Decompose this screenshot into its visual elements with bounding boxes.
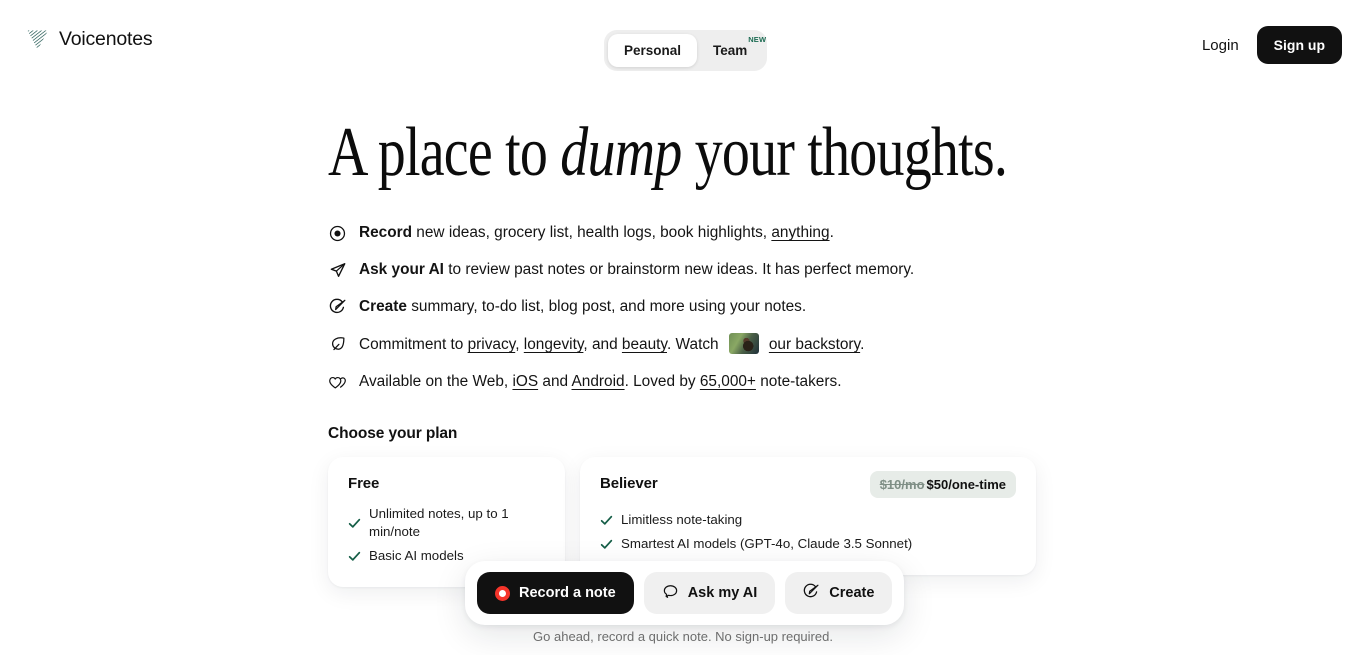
feature-lead: Ask your AI <box>359 261 444 278</box>
feature-text: Create summary, to-do list, blog post, a… <box>359 296 806 318</box>
plan-name: Free <box>348 475 380 492</box>
feature-text: Ask your AI to review past notes or brai… <box>359 259 914 281</box>
headline-part-1: A place to <box>328 114 561 191</box>
feature-body: to review past notes or brainstorm new i… <box>443 261 915 278</box>
list-item: Record new ideas, grocery list, health l… <box>328 222 1328 244</box>
page-title: A place to dump your thoughts. <box>328 118 1128 188</box>
list-item: Available on the Web, iOS and Android. L… <box>328 371 1328 393</box>
magic-wand-icon <box>803 583 820 604</box>
feature-body-3: , and <box>583 336 622 353</box>
our-backstory-link[interactable]: our backstory <box>769 336 860 353</box>
feature-text: Record new ideas, grocery list, health l… <box>359 222 834 244</box>
check-icon <box>348 551 361 561</box>
check-icon <box>600 539 613 549</box>
price-original: $10/mo <box>879 477 925 492</box>
voicenotes-logo-icon <box>26 29 50 51</box>
status-badge: $10/mo $50/one-time <box>869 471 1016 498</box>
plan-feature-list: Unlimited notes, up to 1 min/note Basic … <box>348 505 545 565</box>
check-icon <box>348 518 361 528</box>
hearts-icon <box>328 371 347 393</box>
plan-card-header: Free <box>348 475 545 492</box>
create-label: Create <box>829 585 875 601</box>
leaf-icon <box>328 333 347 355</box>
list-item: Commitment to privacy, longevity, and be… <box>328 333 1328 356</box>
site-header: Voicenotes Personal Team NEW Login Sign … <box>0 0 1366 84</box>
feature-text: Commitment to privacy, longevity, and be… <box>359 333 864 356</box>
feature-lead: Record <box>359 224 413 241</box>
beauty-link[interactable]: beauty <box>622 336 667 353</box>
list-item: Create summary, to-do list, blog post, a… <box>328 296 1328 318</box>
chat-bubble-icon <box>662 583 679 604</box>
feature-body-2: . <box>829 224 834 241</box>
record-circle-icon <box>328 222 347 244</box>
longevity-link[interactable]: longevity <box>524 336 584 353</box>
ask-my-ai-label: Ask my AI <box>687 585 758 601</box>
plan-name: Believer <box>600 475 658 492</box>
plan-feature-label: Unlimited notes, up to 1 min/note <box>369 506 509 539</box>
list-item: Ask your AI to review past notes or brai… <box>328 259 1328 281</box>
dock-caption: Go ahead, record a quick note. No sign-u… <box>533 629 833 644</box>
plan-card-believer[interactable]: Believer $10/mo $50/one-time Limitless no… <box>580 457 1036 575</box>
feature-text: Available on the Web, iOS and Android. L… <box>359 371 841 393</box>
record-dot-icon <box>495 585 510 601</box>
headline-emphasis: dump <box>560 114 682 191</box>
paper-plane-icon <box>328 259 347 281</box>
plan-audience-switcher[interactable]: Personal Team NEW <box>604 30 768 71</box>
feature-body: new ideas, grocery list, health logs, bo… <box>412 224 772 241</box>
privacy-link[interactable]: privacy <box>468 336 516 353</box>
tab-team-new-badge: NEW <box>748 35 767 44</box>
feature-list: Record new ideas, grocery list, health l… <box>328 222 1328 393</box>
plan-card-header: Believer $10/mo $50/one-time <box>600 471 1016 498</box>
brand-name: Voicenotes <box>59 28 153 50</box>
ios-link[interactable]: iOS <box>512 373 538 390</box>
auth-actions: Login Sign up <box>1202 26 1342 64</box>
headline-part-2: your thoughts. <box>681 114 1008 191</box>
anything-link[interactable]: anything <box>771 224 829 241</box>
feature-body-5: . <box>860 336 865 353</box>
login-link[interactable]: Login <box>1202 37 1239 54</box>
feature-body-2: , <box>515 336 524 353</box>
main-content: A place to dump your thoughts. Record ne… <box>328 118 1328 587</box>
magic-wand-icon <box>328 296 347 318</box>
plan-feature-label: Smartest AI models (GPT-4o, Claude 3.5 S… <box>621 536 913 551</box>
brand[interactable]: Voicenotes <box>26 28 153 51</box>
plan-feature-label: Basic AI models <box>369 548 464 563</box>
price-current: $50/one-time <box>926 477 1006 492</box>
tab-personal[interactable]: Personal <box>608 34 698 67</box>
backstory-video-thumbnail[interactable] <box>728 333 759 354</box>
tab-personal-label: Personal <box>624 43 682 58</box>
list-item: Smartest AI models (GPT-4o, Claude 3.5 S… <box>600 535 1016 553</box>
list-item: Unlimited notes, up to 1 min/note <box>348 505 545 541</box>
feature-body-4: . Watch <box>667 336 723 353</box>
feature-body-4: note-takers. <box>755 373 842 390</box>
feature-lead: Create <box>359 298 407 315</box>
feature-body: summary, to-do list, blog post, and more… <box>406 298 807 315</box>
tab-team[interactable]: Team NEW <box>697 34 767 67</box>
feature-body-2: and <box>538 373 572 390</box>
record-note-button[interactable]: Record a note <box>477 572 634 614</box>
ask-my-ai-button[interactable]: Ask my AI <box>643 572 776 614</box>
record-note-label: Record a note <box>519 585 616 601</box>
check-icon <box>600 515 613 525</box>
plan-feature-label: Limitless note-taking <box>621 512 743 527</box>
user-count-link[interactable]: 65,000+ <box>700 373 756 390</box>
plans-heading: Choose your plan <box>328 425 458 442</box>
plan-feature-list: Limitless note-taking Smartest AI models… <box>600 511 1016 553</box>
feature-body: Commitment to <box>359 336 468 353</box>
android-link[interactable]: Android <box>572 373 625 390</box>
feature-body-3: . Loved by <box>624 373 700 390</box>
signup-button[interactable]: Sign up <box>1256 26 1342 64</box>
feature-body: Available on the Web, <box>359 373 513 390</box>
create-button[interactable]: Create <box>785 572 893 614</box>
list-item: Limitless note-taking <box>600 511 1016 529</box>
action-dock: Record a note Ask my AI Create <box>465 561 905 625</box>
tab-team-label: Team <box>713 43 748 58</box>
